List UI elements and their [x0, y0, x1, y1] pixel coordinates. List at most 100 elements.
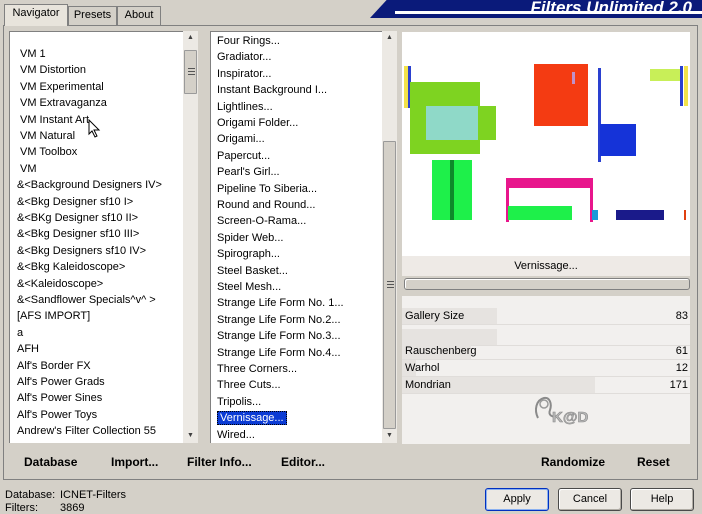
filter-list[interactable]: Four Rings... Gradiator... Inspirator... In… — [210, 31, 382, 443]
filter-preview — [402, 32, 690, 256]
filter-item-label: Tripolis... — [217, 395, 262, 408]
slider-value: 61 — [675, 345, 688, 357]
scroll-down-arrow-icon[interactable]: ▼ — [382, 429, 397, 443]
category-item[interactable]: [AFS IMPORT] — [17, 308, 90, 324]
filter-item[interactable]: Gradiator... — [217, 49, 271, 65]
filter-item[interactable]: Spirograph... — [217, 246, 280, 262]
filter-item[interactable]: Steel Basket... — [217, 263, 288, 279]
filter-item-label: Screen-O-Rama... — [217, 215, 307, 228]
category-item[interactable]: Alf's Power Sines — [17, 390, 102, 406]
filter-item[interactable]: Instant Background I... — [217, 82, 327, 98]
slider-row[interactable]: Rauschenberg 61 — [402, 343, 690, 360]
category-item[interactable]: &<Kaleidoscope> — [17, 276, 103, 292]
filter-item-label: Strange Life Form No.2... — [217, 313, 341, 326]
scroll-up-arrow-icon[interactable]: ▲ — [382, 31, 397, 45]
slider-label: Mondrian — [405, 379, 451, 391]
filter-item[interactable]: Pearl's Girl... — [217, 164, 280, 180]
tab-presets[interactable]: Presets — [68, 6, 117, 25]
category-item[interactable]: AFH — [17, 341, 39, 357]
filter-item[interactable]: Vernissage... — [217, 410, 287, 426]
category-item[interactable]: Alf's Border FX — [17, 358, 91, 374]
filter-item-label: Papercut... — [217, 149, 271, 162]
category-item[interactable]: VM 1 — [20, 46, 46, 62]
filter-item[interactable]: Papercut... — [217, 148, 270, 164]
category-item[interactable]: Alf's Power Grads — [17, 374, 105, 390]
category-item[interactable]: &<BKg Designer sf10 II> — [17, 210, 138, 226]
filter-item[interactable]: Strange Life Form No. 1... — [217, 295, 344, 311]
scroll-up-arrow-icon[interactable]: ▲ — [183, 31, 198, 45]
filter-item[interactable]: Wired... — [217, 427, 255, 443]
help-button[interactable]: Help — [630, 488, 694, 511]
category-item[interactable]: VM Extravaganza — [20, 95, 107, 111]
slider-label: Warhol — [405, 362, 440, 374]
category-item[interactable]: VM Experimental — [20, 79, 104, 95]
scroll-down-arrow-icon[interactable]: ▼ — [183, 429, 198, 443]
filter-item[interactable]: Four Rings... — [217, 33, 280, 49]
category-item[interactable]: a — [17, 325, 23, 341]
filter-item-label: Gradiator... — [217, 51, 272, 64]
filters-count-label: Filters: — [5, 502, 38, 514]
scroll-thumb[interactable] — [383, 141, 396, 429]
filter-scrollbar[interactable]: ▲ ▼ — [382, 31, 397, 443]
filter-item-label: Four Rings... — [217, 35, 280, 47]
tab-navigator[interactable]: Navigator — [4, 4, 68, 26]
database-button[interactable]: Database — [24, 455, 77, 469]
category-item[interactable]: VM Natural — [20, 128, 75, 144]
category-item[interactable]: &<Sandflower Specials^v^ > — [17, 292, 156, 308]
filter-item-label: Instant Background I... — [217, 84, 328, 97]
apply-button[interactable]: Apply — [485, 488, 549, 511]
filter-item[interactable]: Three Corners... — [217, 361, 297, 377]
filter-item[interactable]: Steel Mesh... — [217, 279, 281, 295]
filter-item[interactable]: Origami... — [217, 131, 265, 147]
reset-button[interactable]: Reset — [637, 455, 670, 469]
svg-text:K@D: K@D — [552, 409, 588, 426]
scroll-thumb[interactable] — [184, 50, 197, 94]
filter-item-label: Strange Life Form No. 1... — [217, 297, 344, 310]
filter-info-button[interactable]: Filter Info... — [187, 455, 252, 469]
progress-bar — [404, 278, 690, 290]
category-item[interactable]: &<Bkg Designer sf10 III> — [17, 226, 139, 242]
cancel-button[interactable]: Cancel — [558, 488, 622, 511]
filter-item[interactable]: Screen-O-Rama... — [217, 213, 306, 229]
category-item[interactable]: VM — [20, 161, 37, 177]
slider-label: Rauschenberg — [405, 345, 477, 357]
filter-item-label: Origami Folder... — [217, 117, 299, 129]
filter-item[interactable]: Strange Life Form No.4... — [217, 345, 341, 361]
filter-item-label: Spider Web... — [217, 231, 284, 244]
import-button[interactable]: Import... — [111, 455, 158, 469]
filter-item-label: Origami... — [217, 133, 265, 146]
mouse-cursor-icon — [88, 119, 101, 138]
filter-item[interactable]: Spider Web... — [217, 230, 283, 246]
editor-button[interactable]: Editor... — [281, 455, 325, 469]
filter-item[interactable]: Three Cuts... — [217, 377, 281, 393]
filter-item-label: Strange Life Form No.4... — [217, 346, 341, 359]
category-list[interactable]: VM 1 VM Distortion VM Experimental VM Extra… — [9, 31, 183, 443]
category-item[interactable]: &<Background Designers IV> — [17, 177, 162, 193]
filter-item[interactable]: Tripolis... — [217, 394, 261, 410]
filter-item[interactable]: Strange Life Form No.3... — [217, 328, 341, 344]
filter-item[interactable]: Origami Folder... — [217, 115, 298, 131]
category-item[interactable]: &<Bkg Designer sf10 I> — [17, 194, 133, 210]
filter-item-label: Inspirator... — [217, 67, 272, 80]
slider-row[interactable]: Warhol 12 — [402, 360, 690, 377]
slider-value: 12 — [675, 362, 688, 374]
category-item[interactable]: &<Bkg Kaleidoscope> — [17, 259, 125, 275]
category-item[interactable]: VM Toolbox — [20, 144, 77, 160]
category-item[interactable]: &<Bkg Designers sf10 IV> — [17, 243, 146, 259]
slider-row[interactable]: Gallery Size 83 — [402, 308, 690, 325]
filter-item[interactable]: Inspirator... — [217, 66, 271, 82]
randomize-button[interactable]: Randomize — [541, 455, 605, 469]
category-item[interactable]: VM Distortion — [20, 62, 86, 78]
filter-item-label: Round and Round... — [217, 199, 316, 211]
filter-item[interactable]: Round and Round... — [217, 197, 315, 213]
filter-item-label: Vernissage... — [217, 411, 287, 426]
filter-item[interactable]: Strange Life Form No.2... — [217, 312, 341, 328]
category-item[interactable]: VM Instant Art — [20, 112, 89, 128]
filter-item[interactable]: Lightlines... — [217, 99, 273, 115]
selected-filter-name: Vernissage... — [402, 256, 690, 276]
tab-about[interactable]: About — [117, 6, 161, 25]
category-item[interactable]: Andrew's Filter Collection 55 — [17, 423, 156, 439]
category-scrollbar[interactable]: ▲ ▼ — [183, 31, 198, 443]
filter-item[interactable]: Pipeline To Siberia... — [217, 181, 317, 197]
category-item[interactable]: Alf's Power Toys — [17, 407, 97, 423]
